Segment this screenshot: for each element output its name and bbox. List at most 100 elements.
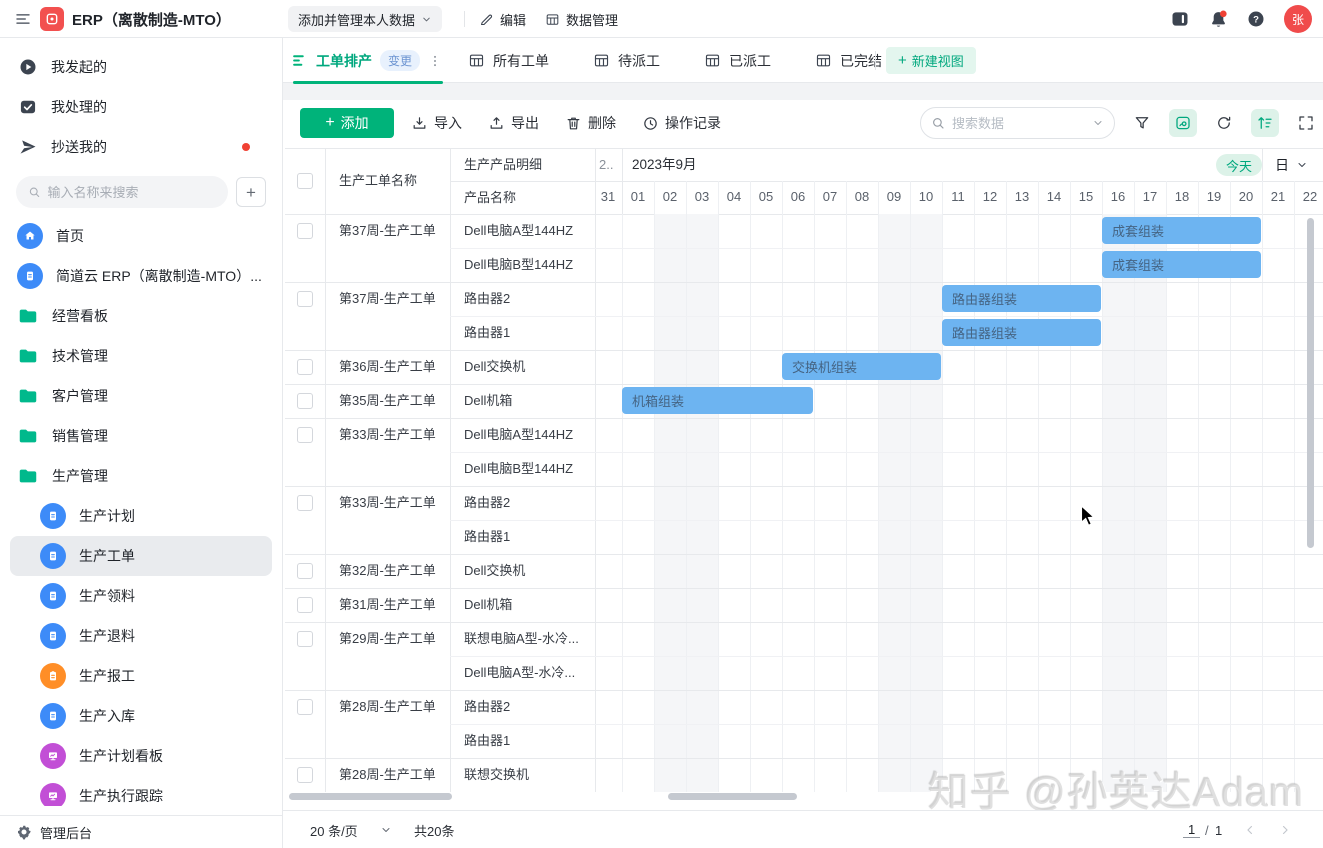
row-checkbox[interactable] [297, 393, 313, 409]
table-view-icon [815, 52, 832, 69]
row-checkbox[interactable] [297, 767, 313, 783]
order-name: 第36周-生产工单 [339, 350, 447, 384]
tab-已派工[interactable]: 已派工 [704, 51, 771, 71]
portal-panel-icon[interactable] [1170, 0, 1190, 38]
sidebar-item-抄送我的[interactable]: 抄送我的 [0, 127, 282, 167]
sidebar-item-我发起的[interactable]: 我发起的 [0, 47, 282, 87]
rows-area: 第37周-生产工单Dell电脑A型144HZ成套组装Dell电脑B型144HZ成… [285, 214, 1323, 792]
tab-已完结[interactable]: 已完结 [815, 51, 882, 71]
data-scope-dropdown[interactable]: 添加并管理本人数据 [288, 6, 442, 32]
tab-options-icon[interactable] [428, 54, 442, 68]
data-manage-button[interactable]: 数据管理 [545, 10, 618, 29]
row-checkbox[interactable] [297, 631, 313, 647]
row-checkbox[interactable] [297, 223, 313, 239]
row-checkbox[interactable] [297, 359, 313, 375]
search-dropdown-chevron[interactable] [1092, 117, 1104, 129]
sidebar-item-我处理的[interactable]: 我处理的 [0, 87, 282, 127]
search-icon [28, 185, 41, 199]
hscrollbar-left[interactable] [289, 793, 452, 800]
sidebar-item-首页[interactable]: 首页 [0, 216, 282, 256]
hierarchy-sort-icon[interactable] [1251, 109, 1279, 137]
product-name: Dell电脑A型-水冷... [464, 656, 589, 690]
processed-icon [18, 97, 38, 117]
row-checkbox[interactable] [297, 427, 313, 443]
report-icon [40, 663, 66, 689]
sidebar-item-生产工单[interactable]: 生产工单 [10, 536, 272, 576]
row-checkbox[interactable] [297, 597, 313, 613]
row-checkbox[interactable] [297, 563, 313, 579]
sidebar-search[interactable] [16, 176, 228, 208]
sidebar-item-生产入库[interactable]: 生产入库 [0, 696, 282, 736]
导入-button[interactable]: 导入 [411, 113, 462, 133]
gantt-bar-交换机组装[interactable]: 交换机组装 [782, 353, 941, 380]
notification-bell-icon[interactable] [1208, 0, 1229, 38]
sidebar-item-客户管理[interactable]: 客户管理 [0, 376, 282, 416]
vscrollbar[interactable] [1307, 218, 1314, 548]
day-label: 13 [1006, 189, 1038, 209]
select-all-checkbox[interactable] [297, 173, 313, 189]
sidebar-item-label: 生产执行跟踪 [79, 786, 282, 806]
操作记录-button[interactable]: 操作记录 [642, 113, 721, 133]
gantt-bar-成套组装[interactable]: 成套组装 [1102, 217, 1261, 244]
table-icon [545, 12, 560, 27]
search-box[interactable] [920, 107, 1115, 139]
sidebar-item-生产管理[interactable]: 生产管理 [0, 456, 282, 496]
sidebar-item-生产报工[interactable]: 生产报工 [0, 656, 282, 696]
page-size-chevron-icon[interactable] [380, 811, 392, 848]
gantt-bar-机箱组装[interactable]: 机箱组装 [622, 387, 813, 414]
sidebar-item-生产执行跟踪[interactable]: 生产执行跟踪 [0, 776, 282, 806]
next-page-icon[interactable] [1278, 811, 1292, 848]
sidebar-item-label: 生产报工 [79, 666, 282, 686]
scale-select[interactable]: 日 [1275, 148, 1315, 181]
row-checkbox[interactable] [297, 495, 313, 511]
today-button[interactable]: 今天 [1216, 154, 1262, 176]
sidebar-item-简道云 ERP（离散制造-MTO）...[interactable]: 简道云 ERP（离散制造-MTO）... [0, 256, 282, 296]
导出-button[interactable]: 导出 [488, 113, 539, 133]
day-gridline [718, 214, 719, 792]
top-header: ERP（离散制造-MTO） 添加并管理本人数据 编辑 数据管理 ? 张 [0, 0, 1323, 38]
gantt-bar-路由器组装[interactable]: 路由器组装 [942, 285, 1101, 312]
current-page[interactable]: 1 [1183, 811, 1200, 848]
row-checkbox[interactable] [297, 699, 313, 715]
sidebar-item-技术管理[interactable]: 技术管理 [0, 336, 282, 376]
product-row-line [450, 724, 1323, 725]
sidebar-item-生产计划看板[interactable]: 生产计划看板 [0, 736, 282, 776]
prev-month-label: 2.. [599, 148, 623, 181]
hscrollbar-right[interactable] [668, 793, 797, 800]
gantt-bar-成套组装[interactable]: 成套组装 [1102, 251, 1261, 278]
admin-console[interactable]: 管理后台 [0, 815, 282, 848]
menu-icon[interactable] [14, 0, 32, 38]
sidebar-search-input[interactable] [48, 185, 216, 200]
prev-page-icon[interactable] [1243, 811, 1257, 848]
display-settings-icon[interactable] [1169, 109, 1197, 137]
tab-待派工[interactable]: 待派工 [593, 51, 660, 71]
export-icon [488, 115, 505, 132]
app-logo-icon [40, 0, 64, 38]
sidebar-item-销售管理[interactable]: 销售管理 [0, 416, 282, 456]
sidebar-item-生产退料[interactable]: 生产退料 [0, 616, 282, 656]
edit-button[interactable]: 编辑 [479, 10, 526, 29]
new-view-button[interactable]: +新建视图 [886, 47, 976, 74]
header-divider [464, 11, 465, 27]
help-icon[interactable]: ? [1246, 0, 1266, 38]
search-input[interactable] [952, 116, 1085, 131]
home-icon [17, 223, 43, 249]
refresh-icon[interactable] [1210, 109, 1238, 137]
day-label: 15 [1070, 189, 1102, 209]
sidebar-add-button[interactable]: + [236, 177, 266, 207]
sidebar-item-生产计划[interactable]: 生产计划 [0, 496, 282, 536]
filter-icon[interactable] [1128, 109, 1156, 137]
page-size-select[interactable]: 20 条/页 [310, 811, 358, 848]
avatar[interactable]: 张 [1284, 5, 1312, 33]
product-name: 路由器1 [464, 724, 589, 758]
tab-所有工单[interactable]: 所有工单 [468, 51, 549, 71]
删除-button[interactable]: 删除 [565, 113, 616, 133]
sidebar-item-生产领料[interactable]: 生产领料 [0, 576, 282, 616]
gantt-bar-路由器组装[interactable]: 路由器组装 [942, 319, 1101, 346]
row-checkbox[interactable] [297, 291, 313, 307]
fullscreen-icon[interactable] [1292, 109, 1320, 137]
sidebar-item-经营看板[interactable]: 经营看板 [0, 296, 282, 336]
sidebar-item-label: 技术管理 [52, 346, 282, 366]
tab-gantt-active[interactable]: 工单排产 变更 [291, 38, 442, 83]
add-button[interactable]: +添加 [300, 108, 394, 138]
